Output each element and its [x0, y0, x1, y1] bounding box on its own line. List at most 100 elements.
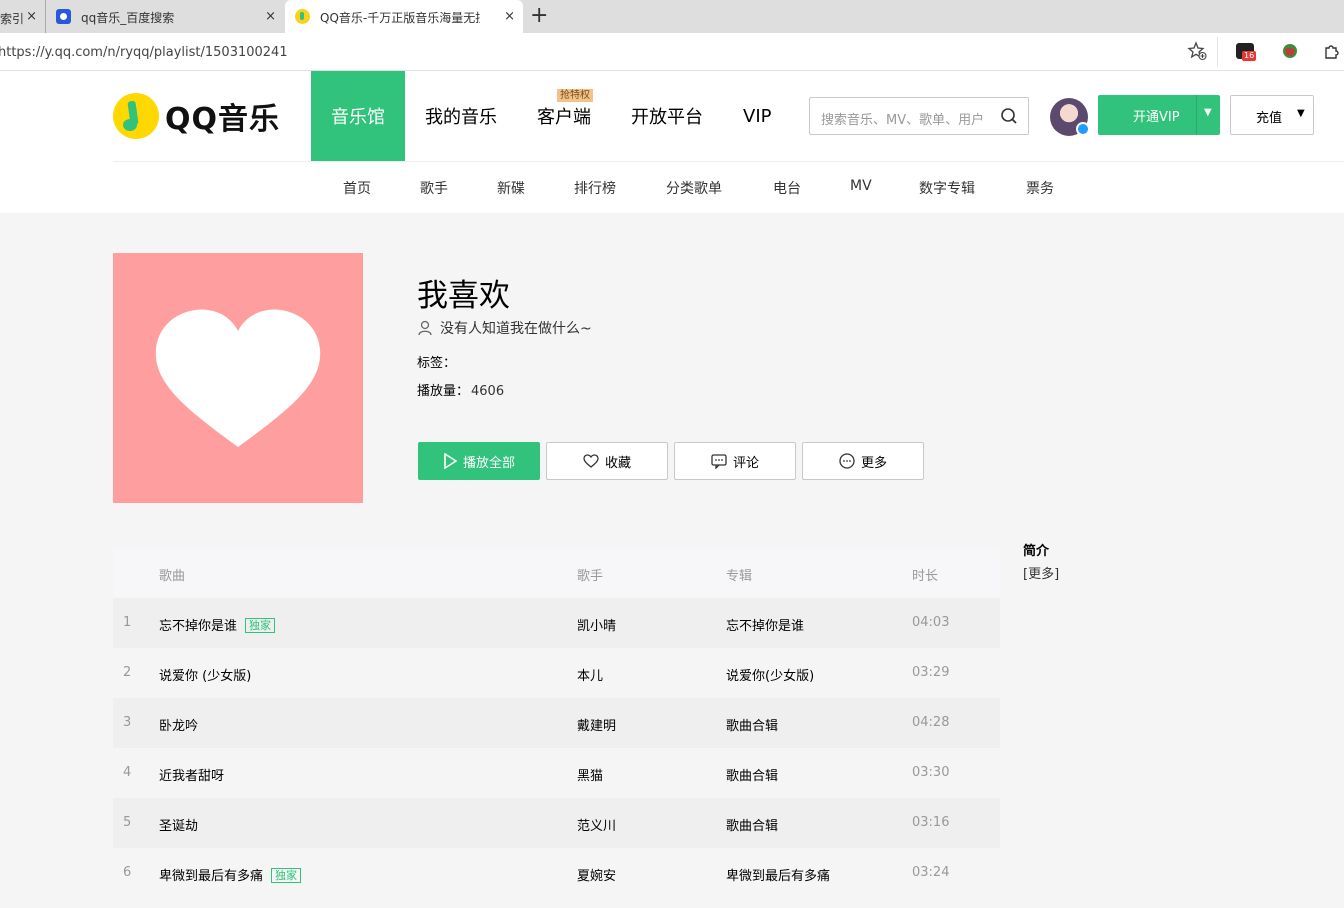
- song-name: 忘不掉你是谁: [159, 619, 238, 634]
- song-album[interactable]: 卑微到最后有多痛: [726, 865, 830, 884]
- song-singer[interactable]: 夏婉安: [577, 865, 616, 884]
- heart-outline-icon: [583, 454, 599, 468]
- row-number: 6: [123, 865, 132, 880]
- subnav-tickets[interactable]: 票务: [1026, 178, 1054, 198]
- heart-icon: [155, 309, 321, 447]
- song-title[interactable]: 说爱你 (少女版): [159, 665, 251, 684]
- header-album: 专辑: [726, 569, 753, 584]
- more-label: 更多: [860, 455, 887, 471]
- search-input[interactable]: 搜索音乐、MV、歌单、用户: [809, 97, 1029, 135]
- subnav-radio[interactable]: 电台: [773, 178, 801, 198]
- song-duration: 03:16: [912, 815, 950, 830]
- song-album[interactable]: 说爱你(少女版): [726, 665, 814, 684]
- subnav-home[interactable]: 首页: [343, 178, 371, 198]
- more-dots-icon: [839, 453, 855, 469]
- row-number: 5: [123, 815, 132, 830]
- song-album[interactable]: 忘不掉你是谁: [726, 615, 804, 634]
- song-title[interactable]: 卧龙吟: [159, 715, 198, 734]
- playlist-tags: 标签：: [417, 352, 456, 371]
- extension-globe-icon[interactable]: [1281, 42, 1299, 60]
- playlist-play-count: 播放量： 4606: [417, 380, 504, 399]
- playlist-creator[interactable]: 没有人知道我在做什么~: [417, 318, 592, 338]
- subnav-digital-album[interactable]: 数字专辑: [919, 178, 975, 198]
- table-row[interactable]: 6 卑微到最后有多痛 独家 夏婉安 卑微到最后有多痛 03:24: [113, 848, 1000, 898]
- song-album[interactable]: 歌曲合辑: [726, 765, 778, 784]
- song-title[interactable]: 忘不掉你是谁 独家: [159, 615, 276, 634]
- song-singer[interactable]: 凯小晴: [577, 615, 616, 634]
- song-singer[interactable]: 黑猫: [577, 765, 603, 784]
- header-song: 歌曲: [159, 569, 186, 584]
- nav-client[interactable]: 客户端 抢特权: [517, 71, 611, 161]
- intro-more-link[interactable]: [更多]: [1023, 563, 1059, 582]
- nav-label: 开放平台: [631, 107, 703, 128]
- song-singer[interactable]: 本儿: [577, 665, 603, 684]
- comment-label: 评论: [732, 455, 759, 471]
- table-row[interactable]: 1 忘不掉你是谁 独家 凯小晴 忘不掉你是谁 04:03: [113, 598, 1000, 648]
- tab-close-icon[interactable]: ×: [265, 9, 276, 24]
- intro-heading: 简介: [1023, 544, 1050, 559]
- exclusive-badge: 独家: [271, 868, 302, 883]
- play-all-button[interactable]: 播放全部: [418, 442, 540, 480]
- row-number: 4: [123, 765, 132, 780]
- table-row[interactable]: 3 卧龙吟 戴建明 歌曲合辑 04:28: [113, 698, 1000, 748]
- song-title[interactable]: 圣诞劫: [159, 815, 198, 834]
- user-icon: [418, 320, 432, 336]
- song-singer[interactable]: 范义川: [577, 815, 616, 834]
- recharge-button[interactable]: 充值 ▼: [1230, 95, 1314, 135]
- tab-close-icon[interactable]: ×: [26, 9, 37, 24]
- qqmusic-logo[interactable]: QQ音乐: [113, 93, 280, 139]
- row-number: 1: [123, 615, 132, 630]
- song-name: 圣诞劫: [159, 819, 199, 834]
- row-number: 2: [123, 665, 132, 680]
- song-title[interactable]: 卑微到最后有多痛 独家: [159, 865, 302, 884]
- extension-icon[interactable]: 16: [1236, 43, 1257, 61]
- nav-open-platform[interactable]: 开放平台: [611, 71, 723, 161]
- browser-tab-2[interactable]: qq音乐_百度搜索 ×: [46, 0, 284, 33]
- song-name: 说爱你 (少女版): [159, 669, 252, 684]
- search-placeholder: 搜索音乐、MV、歌单、用户: [821, 113, 985, 128]
- table-row[interactable]: 4 近我者甜呀 黑猫 歌曲合辑 03:30: [113, 748, 1000, 798]
- nav-label: VIP: [743, 105, 772, 127]
- extension-badge: 16: [1242, 51, 1257, 61]
- play-icon: [444, 453, 457, 469]
- subnav-singer[interactable]: 歌手: [420, 178, 448, 198]
- user-avatar[interactable]: [1050, 98, 1090, 136]
- search-icon[interactable]: [1000, 107, 1018, 125]
- table-row[interactable]: 5 圣诞劫 范义川 歌曲合辑 03:16: [113, 798, 1000, 848]
- table-header: 歌曲 歌手 专辑 时长: [113, 548, 1000, 598]
- nav-music-hall[interactable]: 音乐馆: [311, 71, 405, 161]
- browser-tab-3-active[interactable]: QQ音乐-千万正版音乐海量无损曲 ×: [285, 0, 523, 35]
- tab-close-icon[interactable]: ×: [504, 9, 515, 24]
- song-album[interactable]: 歌曲合辑: [726, 715, 778, 734]
- collect-button[interactable]: 收藏: [546, 442, 668, 480]
- qqmusic-logo-icon: [113, 93, 159, 139]
- browser-tab-1[interactable]: 索引 ×: [0, 0, 46, 33]
- subnav-chart[interactable]: 排行榜: [574, 178, 616, 198]
- song-singer[interactable]: 戴建明: [577, 715, 616, 734]
- url-text: https://y.qq.com/n/ryqq/playlist/1503100…: [0, 45, 288, 60]
- favorite-star-icon[interactable]: [1187, 41, 1207, 61]
- header-duration: 时长: [912, 569, 939, 584]
- tab-title: 索引: [0, 12, 25, 26]
- song-title[interactable]: 近我者甜呀: [159, 765, 224, 784]
- caret-down-icon[interactable]: ▼: [1204, 107, 1212, 118]
- table-row[interactable]: 2 说爱你 (少女版) 本儿 说爱你(少女版) 03:29: [113, 648, 1000, 698]
- subnav-playlist-category[interactable]: 分类歌单: [666, 178, 722, 198]
- baidu-favicon-icon: [56, 9, 71, 24]
- song-album[interactable]: 歌曲合辑: [726, 815, 778, 834]
- subnav-new-album[interactable]: 新碟: [497, 178, 525, 198]
- song-table: 歌曲 歌手 专辑 时长 1 忘不掉你是谁 独家 凯小晴 忘不掉你是谁 04:03 …: [113, 548, 1000, 898]
- caret-down-icon[interactable]: ▼: [1297, 108, 1305, 119]
- subnav-mv[interactable]: MV: [850, 178, 872, 194]
- nav-vip[interactable]: VIP: [723, 71, 791, 161]
- extensions-puzzle-icon[interactable]: [1323, 42, 1341, 60]
- new-tab-button[interactable]: +: [530, 3, 548, 28]
- playlist-cover: [113, 253, 363, 503]
- song-name: 近我者甜呀: [159, 769, 225, 784]
- url-field[interactable]: https://y.qq.com/n/ryqq/playlist/1503100…: [0, 37, 1218, 67]
- top-nav: 音乐馆 我的音乐 客户端 抢特权 开放平台 VIP: [311, 71, 791, 161]
- open-vip-button[interactable]: 开通VIP ▼: [1098, 95, 1220, 135]
- nav-my-music[interactable]: 我的音乐: [405, 71, 517, 161]
- more-button[interactable]: 更多: [802, 442, 924, 480]
- comment-button[interactable]: 评论: [674, 442, 796, 480]
